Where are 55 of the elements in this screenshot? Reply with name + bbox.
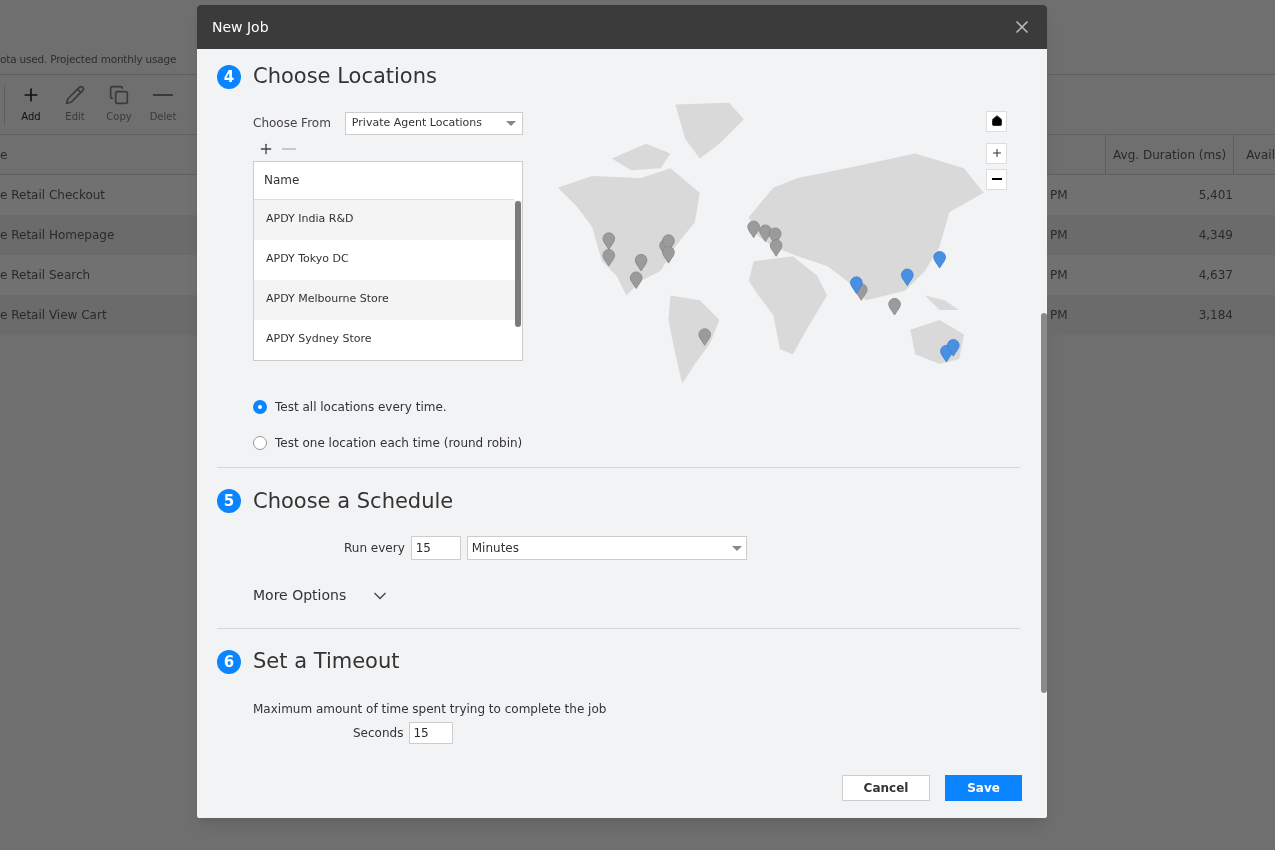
home-icon [990,115,1003,127]
minus-icon [991,178,1002,180]
caret-icon [506,120,516,126]
table-cell-text: 5,401 [1197,187,1233,204]
step-number: 6 [217,649,241,674]
zoom-out-button[interactable] [986,168,1007,190]
table-cell-text: e Retail Checkout [0,187,106,204]
home-button[interactable] [986,110,1007,132]
location-row[interactable]: APDY Melbourne Store [254,279,522,320]
caret-icon [731,545,742,551]
quota-text: ota used. Projected monthly usage [0,52,177,68]
column-header: e [0,146,8,164]
cancel-button[interactable]: Cancel [842,775,930,801]
step-number: 4 [217,64,241,89]
table-cell-text: 3,184 [1197,307,1233,324]
step-number: 5 [217,489,241,514]
field-label: Seconds [353,724,404,742]
location-row[interactable]: APDY India R&D [254,199,522,240]
radio-label: Test one location each time (round robin) [275,434,523,452]
field-label: Run every [344,540,405,557]
section-heading: Choose a Schedule [253,487,454,515]
toolbar-button[interactable]: Add [13,85,49,124]
minus-icon [282,147,296,150]
scrollbar-thumb[interactable] [515,200,521,327]
field-label: Choose From [253,115,331,132]
pencil-icon [65,85,85,105]
radio-button[interactable] [253,435,267,450]
table-cell-text: e Retail Homepage [0,227,115,244]
dialog-title: New Job [212,17,269,37]
unit-dropdown[interactable]: Minutes [466,536,747,560]
radio-button[interactable] [253,399,267,414]
column-header: Avg. Duration (ms) [1105,135,1235,174]
section-heading: Choose Locations [253,63,437,90]
table-cell-text: e Retail View Cart [0,307,107,324]
seconds-input[interactable]: 15 [409,721,454,744]
table-cell-text: PM [1049,227,1069,244]
table-cell-text: PM [1049,187,1069,204]
minus-icon [153,94,173,96]
copy-icon [109,85,129,105]
column-header: Name [264,172,300,189]
location-source-dropdown[interactable]: Private Agent Locations [344,111,523,135]
table-cell-text: PM [1049,267,1069,284]
timeout-description: Maximum amount of time spent trying to complete the job [252,700,608,718]
column-header: Avail [1245,146,1275,164]
plus-icon [990,147,1003,159]
table-cell-text: 4,349 [1197,227,1233,244]
table-cell-text: PM [1049,307,1069,324]
table-cell-text: e Retail Search [0,267,91,284]
more-options-toggle[interactable]: More Options [217,585,1020,606]
table-cell-text: 4,637 [1197,267,1233,284]
radio-label: Test all locations every time. [275,398,447,416]
scrollbar-thumb[interactable] [1041,313,1047,693]
section-heading: Set a Timeout [253,648,400,675]
save-button[interactable]: Save [945,775,1022,801]
interval-input[interactable]: 15 [410,536,461,560]
